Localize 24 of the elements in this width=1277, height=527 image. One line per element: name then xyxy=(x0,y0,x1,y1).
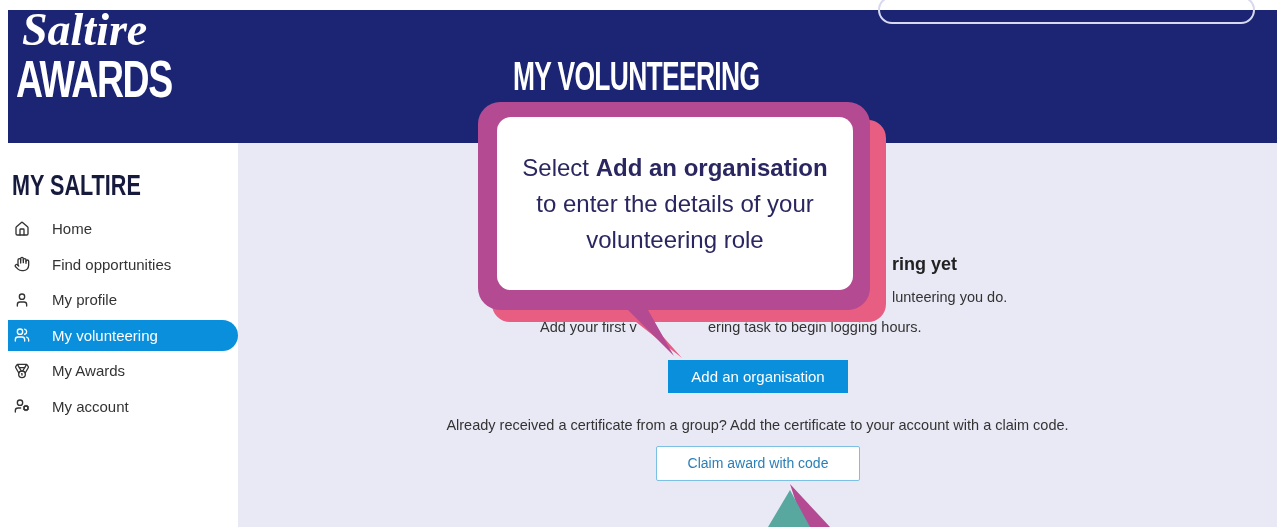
sidebar-title: MY SALTIRE xyxy=(12,167,142,203)
add-organisation-button[interactable]: Add an organisation xyxy=(668,359,848,393)
callout-text: Select Add an organisation to enter the details of your volunteering role xyxy=(497,117,853,290)
logo-text: AWARDS xyxy=(16,54,172,104)
intro-text: Add your first v xyxy=(540,319,637,335)
sidebar-item[interactable]: My volunteering xyxy=(8,319,238,351)
medal-icon xyxy=(14,362,30,379)
intro-text: lunteering you do. xyxy=(892,289,1008,305)
sidebar-item[interactable]: Home xyxy=(8,213,238,244)
hand-icon xyxy=(14,256,30,273)
page-title: MY VOLUNTEERING xyxy=(513,54,760,98)
people-icon xyxy=(14,327,30,344)
user-gear-icon xyxy=(14,398,30,415)
heading-text: ring yet xyxy=(892,253,957,275)
intro-text: ering task to begin logging hours. xyxy=(708,319,922,335)
user-icon xyxy=(14,291,30,308)
sidebar-item[interactable]: My profile xyxy=(8,284,238,316)
logo-script-text: Saltire xyxy=(22,6,148,54)
claim-text: Already received a certificate from a group? Add the certificate to your account with a claim code. xyxy=(446,417,1069,433)
sidebar-item[interactable]: My account xyxy=(8,390,238,422)
home-icon xyxy=(14,220,30,237)
sidebar-item[interactable]: Find opportunities xyxy=(8,248,238,280)
claim-award-button[interactable]: Claim award with code xyxy=(656,445,860,481)
sidebar-item[interactable]: My Awards xyxy=(8,355,238,387)
